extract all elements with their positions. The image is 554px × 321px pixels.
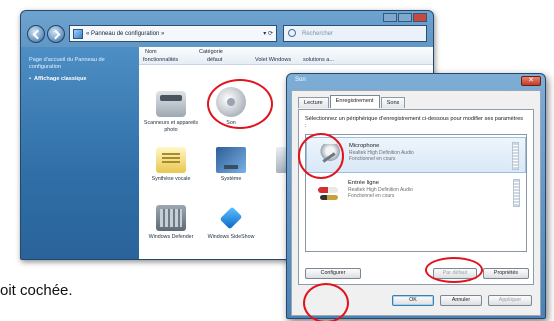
cp-item-label: Windows Defender xyxy=(148,234,194,240)
level-meter xyxy=(513,179,520,207)
cancel-button[interactable]: Annuler xyxy=(440,295,482,306)
tab-sounds[interactable]: Sons xyxy=(380,97,406,108)
tab-playback[interactable]: Lecture xyxy=(298,97,329,108)
sub-header: fonctionnalités xyxy=(143,57,179,63)
address-bar[interactable]: « Panneau de configuration » ▾ ⟳ xyxy=(69,25,277,42)
column-category[interactable]: Catégorie xyxy=(199,49,223,55)
search-placeholder: Rechercher xyxy=(302,30,334,37)
caption-text: oit cochée. xyxy=(0,282,73,299)
forward-arrow-icon[interactable] xyxy=(47,25,65,43)
tab-strip: Lecture Enregistrement Sons xyxy=(298,95,406,109)
column-headers: Nom Catégorie fonctionnalités défaut Vol… xyxy=(139,47,433,65)
address-text: « Panneau de configuration » xyxy=(86,30,165,37)
level-meter xyxy=(512,142,519,170)
home-link[interactable]: Page d'accueil du Panneau de configurati… xyxy=(29,57,131,71)
system-icon xyxy=(216,147,246,173)
annotation-circle xyxy=(207,79,273,129)
search-icon xyxy=(288,29,296,37)
task-pane: Page d'accueil du Panneau de configurati… xyxy=(21,47,139,259)
device-row-line-in[interactable]: Entrée ligne Realtek High Definition Aud… xyxy=(306,175,526,211)
sideshow-icon xyxy=(216,205,246,231)
device-name: Microphone xyxy=(349,143,380,149)
defender-icon xyxy=(156,205,186,231)
search-input[interactable]: Rechercher xyxy=(283,25,427,42)
refresh-icon[interactable]: ▾ ⟳ xyxy=(263,30,273,37)
scanner-icon xyxy=(156,91,186,117)
speech-icon xyxy=(156,147,186,173)
device-status: Fonctionnel en cours xyxy=(349,156,396,162)
cp-item-label: Système xyxy=(220,176,242,182)
back-arrow-icon[interactable] xyxy=(27,25,45,43)
configure-button[interactable]: Configurer xyxy=(305,268,361,279)
instructions-text: Sélectionnez un périphérique d'enregistr… xyxy=(305,116,524,129)
classic-view-link[interactable]: Affichage classique xyxy=(29,76,131,82)
tab-recording[interactable]: Enregistrement xyxy=(329,95,380,108)
cp-item-scanners[interactable]: Scanneurs et appareils photo xyxy=(141,91,201,133)
column-name[interactable]: Nom xyxy=(145,49,157,55)
ok-button[interactable]: OK xyxy=(392,295,434,306)
minimize-icon[interactable] xyxy=(383,13,397,22)
close-icon[interactable] xyxy=(413,13,427,22)
sub-header: Volet Windows xyxy=(255,57,292,63)
maximize-icon[interactable] xyxy=(398,13,412,22)
cp-item-defender[interactable]: Windows Defender xyxy=(141,205,201,241)
sub-header: solutions a... xyxy=(303,57,334,63)
annotation-circle xyxy=(303,283,349,321)
window-controls xyxy=(383,13,429,23)
cp-item-sideshow[interactable]: Windows SideShow xyxy=(201,205,261,241)
dialog-body: Lecture Enregistrement Sons Sélectionnez… xyxy=(291,90,541,316)
sub-header: défaut xyxy=(207,57,223,63)
annotation-circle xyxy=(298,133,344,179)
cp-item-system[interactable]: Système xyxy=(201,147,261,183)
recording-panel: Sélectionnez un périphérique d'enregistr… xyxy=(298,109,534,285)
device-name: Entrée ligne xyxy=(348,180,379,186)
cp-item-label: Windows SideShow xyxy=(207,234,255,240)
cp-item-label: Scanneurs et appareils photo xyxy=(143,120,199,133)
control-panel-icon xyxy=(73,28,83,39)
close-button[interactable]: ✕ xyxy=(521,76,541,86)
dialog-title: Son xyxy=(295,77,306,83)
annotation-circle xyxy=(425,257,483,283)
device-status: Fonctionnel en cours xyxy=(348,193,395,199)
properties-button[interactable]: Propriétés xyxy=(483,268,529,279)
line-in-icon xyxy=(316,181,340,205)
cp-item-speech[interactable]: Synthèse vocale xyxy=(141,147,201,183)
cp-item-label: Synthèse vocale xyxy=(151,176,191,182)
apply-button[interactable]: Appliquer xyxy=(488,295,532,306)
